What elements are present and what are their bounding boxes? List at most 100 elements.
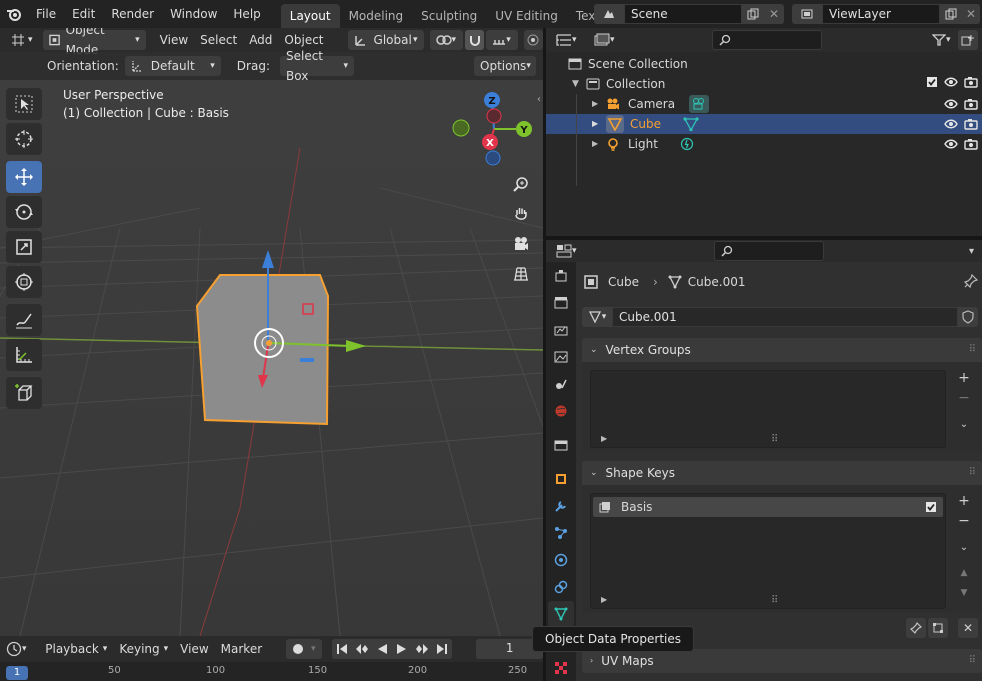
proportional-editing-icon[interactable]	[523, 30, 543, 50]
camera-icon[interactable]	[964, 98, 978, 110]
next-keyframe-icon[interactable]	[412, 639, 433, 659]
blender-logo-icon[interactable]	[0, 0, 28, 28]
shape-key-specials-button[interactable]: ⌄	[954, 537, 974, 557]
select-box-tool[interactable]	[6, 88, 42, 120]
play-icon[interactable]	[392, 639, 413, 659]
pivot-point-selector[interactable]: ▾	[429, 30, 463, 50]
resize-handle-icon[interactable]: ⠿	[771, 595, 778, 606]
expand-arrow-icon[interactable]: ▶	[601, 434, 607, 443]
menu-select[interactable]: Select	[194, 30, 243, 50]
rotate-tool[interactable]	[6, 196, 42, 228]
view-layer-icon[interactable]	[792, 4, 822, 24]
chevron-down-icon[interactable]: ▾	[969, 246, 974, 257]
vertex-group-specials-button[interactable]: ⌄	[954, 414, 974, 434]
snap-toggle-icon[interactable]	[464, 30, 485, 50]
menu-render[interactable]: Render	[103, 0, 162, 28]
orientation-dropdown[interactable]: Default ▾	[124, 56, 221, 76]
transform-orientation-selector[interactable]: Global ▾	[347, 30, 424, 50]
camera-view-icon[interactable]	[509, 232, 533, 256]
tab-uv-editing[interactable]: UV Editing	[486, 4, 567, 28]
play-reverse-icon[interactable]	[372, 639, 393, 659]
properties-search-input[interactable]	[714, 241, 824, 261]
remove-vertex-group-button[interactable]: −	[954, 388, 974, 408]
menu-window[interactable]: Window	[162, 0, 225, 28]
new-collection-icon[interactable]	[958, 30, 978, 50]
tab-render[interactable]	[548, 290, 574, 316]
neg-x-axis-icon[interactable]	[486, 108, 502, 124]
add-shape-key-button[interactable]: +	[954, 491, 974, 511]
tab-constraints[interactable]	[548, 574, 574, 600]
outliner-item-camera[interactable]: ▶ Camera	[546, 94, 982, 114]
options-dropdown[interactable]: Options ▾	[474, 56, 536, 76]
tab-scene[interactable]	[548, 371, 574, 397]
vertex-groups-list[interactable]: ▶ ⠿	[590, 370, 946, 448]
tab-layout[interactable]: Layout	[280, 4, 340, 28]
3d-viewport[interactable]: ▾ Object Mode ▾ View Select Add Object G…	[0, 28, 543, 636]
menu-timeline-view[interactable]: View	[174, 639, 214, 659]
navigation-gizmo[interactable]: Z Y X	[452, 88, 536, 170]
menu-view[interactable]: View	[154, 30, 194, 50]
drag-handle-icon[interactable]: ⠿	[969, 461, 976, 485]
jump-start-icon[interactable]	[332, 639, 353, 659]
snap-target-selector[interactable]: ▾	[486, 30, 518, 50]
outliner-item-light[interactable]: ▶ Light	[546, 134, 982, 154]
collection-row[interactable]: ▼ Collection	[546, 74, 982, 94]
delete-scene-icon[interactable]: ✕	[764, 4, 784, 24]
add-cube-tool[interactable]	[6, 377, 42, 409]
new-scene-icon[interactable]	[742, 4, 764, 24]
tab-modifiers[interactable]	[548, 493, 574, 519]
remove-shape-key-button[interactable]: −	[954, 511, 974, 531]
clear-shape-key-icon[interactable]: ✕	[958, 618, 978, 638]
tab-collection[interactable]	[548, 432, 574, 458]
tab-world[interactable]	[548, 398, 574, 424]
menu-playback[interactable]: Playback ▾	[39, 639, 113, 659]
shape-key-edit-mode-icon[interactable]	[928, 618, 948, 638]
view-layer-name-field[interactable]: ViewLayer	[822, 4, 940, 24]
timeline-ruler[interactable]: 1 50 100 150 200 250	[0, 662, 543, 681]
move-down-icon[interactable]: ▼	[954, 583, 974, 603]
shape-key-item-basis[interactable]: Basis	[593, 497, 943, 517]
new-view-layer-icon[interactable]	[940, 4, 962, 24]
editor-type-button[interactable]: ▾	[4, 30, 39, 50]
expand-arrow-icon[interactable]: ▶	[592, 94, 606, 114]
expand-arrow-icon[interactable]: ▶	[601, 595, 607, 604]
outliner-editor-type-icon[interactable]: ▾	[556, 30, 586, 50]
tab-object[interactable]	[548, 466, 574, 492]
tab-sculpting[interactable]: Sculpting	[412, 4, 486, 28]
tab-modeling[interactable]: Modeling	[340, 4, 413, 28]
properties-editor-type-icon[interactable]: ▾	[556, 241, 586, 261]
filter-icon[interactable]: ▾	[932, 30, 958, 50]
sidebar-toggle-icon[interactable]: ‹	[537, 94, 541, 105]
camera-icon[interactable]	[964, 138, 978, 150]
light-data-icon[interactable]	[680, 137, 694, 151]
scene-name-field[interactable]: Scene	[624, 4, 742, 24]
tab-object-data[interactable]	[548, 601, 574, 627]
expand-arrow-icon[interactable]: ▶	[592, 134, 606, 154]
menu-keying[interactable]: Keying ▾	[113, 639, 174, 659]
mesh-name-field[interactable]: Cube.001	[612, 307, 958, 327]
zoom-icon[interactable]	[509, 172, 533, 196]
measure-tool[interactable]	[6, 339, 42, 371]
shape-keys-header[interactable]: ⌄ Shape Keys ⠿	[582, 461, 982, 485]
neg-z-axis-icon[interactable]	[485, 150, 501, 166]
delete-view-layer-icon[interactable]: ✕	[962, 4, 980, 24]
eye-icon[interactable]	[944, 138, 958, 150]
tab-particles[interactable]	[548, 520, 574, 546]
mode-selector[interactable]: Object Mode ▾	[42, 28, 146, 57]
move-up-icon[interactable]: ▲	[954, 563, 974, 583]
tab-physics[interactable]	[548, 547, 574, 573]
expand-arrow-icon[interactable]: ▶	[592, 114, 606, 134]
shape-keys-list[interactable]: Basis ▶ ⠿	[590, 493, 946, 609]
cursor-tool[interactable]	[6, 123, 42, 155]
mesh-data-icon[interactable]	[683, 117, 699, 131]
menu-file[interactable]: File	[28, 0, 64, 28]
eye-icon[interactable]	[944, 118, 958, 130]
fake-user-shield-icon[interactable]	[958, 307, 978, 327]
menu-add[interactable]: Add	[243, 30, 278, 50]
display-mode-icon[interactable]: ▾	[594, 30, 624, 50]
outliner-search-input[interactable]	[712, 30, 822, 50]
pan-hand-icon[interactable]	[509, 202, 533, 226]
menu-marker[interactable]: Marker	[215, 639, 268, 659]
shape-key-lock-pin-icon[interactable]	[906, 618, 926, 638]
auto-keying-button[interactable]: ▾	[286, 639, 323, 659]
